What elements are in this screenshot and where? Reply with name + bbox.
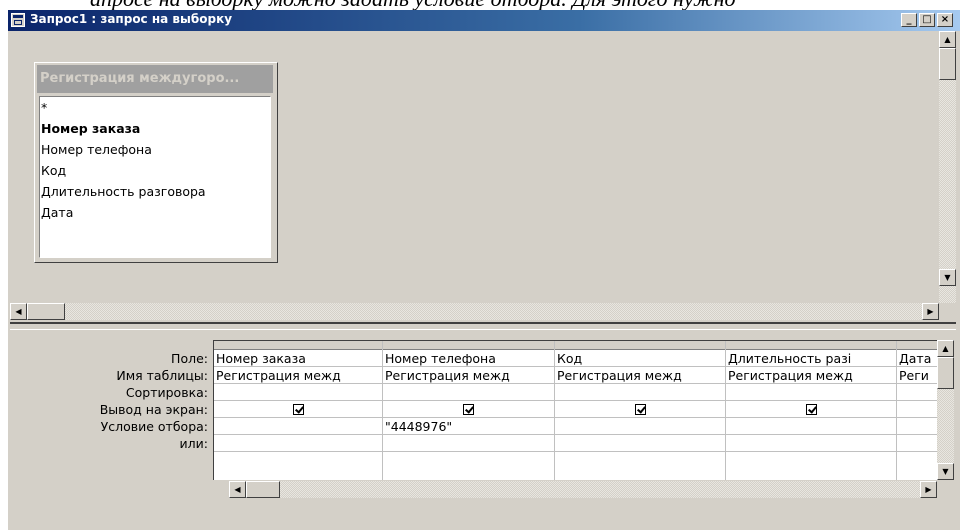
- window-title: Запрос1 : запрос на выборку: [30, 12, 233, 26]
- title-bar[interactable]: Запрос1 : запрос на выборку _ □ ×: [8, 10, 960, 31]
- show-checkbox[interactable]: [805, 404, 817, 415]
- design-grid-pane: Поле: Имя таблицы: Сортировка: Вывод на …: [10, 330, 956, 530]
- table-pane: Регистрация междугоро... * Номер заказа …: [10, 31, 956, 320]
- grid-scroll-down-icon[interactable]: ▼: [937, 463, 954, 480]
- field-cell[interactable]: Дата: [897, 350, 937, 367]
- show-cell: [726, 401, 896, 418]
- grid-column: Код Регистрация межд: [555, 341, 726, 480]
- page-caption-text: апросе на выборку можно задать условие о…: [0, 0, 960, 10]
- field-item-code[interactable]: Код: [41, 160, 270, 181]
- column-selector[interactable]: [897, 341, 937, 350]
- upper-scroll-down-icon[interactable]: ▼: [939, 269, 956, 286]
- grid-horizontal-scrollbar[interactable]: ◀ ▶: [229, 481, 937, 498]
- sort-cell[interactable]: [383, 384, 554, 401]
- field-cell[interactable]: Код: [555, 350, 725, 367]
- criteria-cell[interactable]: [214, 418, 382, 435]
- row-label-field: Поле:: [171, 351, 208, 366]
- show-cell: [555, 401, 725, 418]
- row-label-or: или:: [179, 436, 208, 451]
- row-label-sort: Сортировка:: [125, 385, 208, 400]
- pane-splitter[interactable]: [10, 322, 956, 330]
- field-item-duration[interactable]: Длительность разговора: [41, 181, 270, 202]
- grid-column: Номер телефона Регистрация межд "4448976…: [383, 341, 555, 480]
- row-label-show: Вывод на экран:: [99, 402, 208, 417]
- table-cell[interactable]: Регистрация межд: [726, 367, 896, 384]
- grid-row-labels: Поле: Имя таблицы: Сортировка: Вывод на …: [10, 350, 208, 452]
- upper-vertical-thumb[interactable]: [939, 48, 956, 80]
- query-window: Запрос1 : запрос на выборку _ □ × Регист…: [8, 10, 960, 530]
- column-selector[interactable]: [555, 341, 725, 350]
- field-cell[interactable]: Номер заказа: [214, 350, 382, 367]
- sort-cell[interactable]: [897, 384, 937, 401]
- field-item-date[interactable]: Дата: [41, 202, 270, 223]
- field-cell[interactable]: Номер телефона: [383, 350, 554, 367]
- table-field-list[interactable]: Регистрация междугоро... * Номер заказа …: [34, 62, 278, 263]
- grid-scroll-up-icon[interactable]: ▲: [937, 340, 954, 357]
- table-cell[interactable]: Реги: [897, 367, 937, 384]
- criteria-cell[interactable]: "4448976": [383, 418, 554, 435]
- grid-column: Дата Реги: [897, 341, 937, 480]
- show-checkbox[interactable]: [292, 404, 304, 415]
- upper-vertical-scrollbar[interactable]: ▲ ▼: [939, 31, 956, 303]
- row-label-criteria: Условие отбора:: [100, 419, 208, 434]
- show-cell: [214, 401, 382, 418]
- field-list-body: * Номер заказа Номер телефона Код Длител…: [39, 96, 271, 258]
- upper-scroll-right-icon[interactable]: ▶: [922, 303, 939, 320]
- column-selector[interactable]: [726, 341, 896, 350]
- or-cell[interactable]: [726, 435, 896, 452]
- show-cell[interactable]: [897, 401, 937, 418]
- or-cell[interactable]: [383, 435, 554, 452]
- query-design-grid: Номер заказа Регистрация межд Номер теле…: [213, 340, 937, 480]
- criteria-cell[interactable]: [897, 418, 937, 435]
- column-selector[interactable]: [214, 341, 382, 350]
- maximize-button[interactable]: □: [919, 13, 935, 27]
- grid-vertical-scrollbar[interactable]: ▲ ▼: [937, 340, 954, 480]
- column-selector[interactable]: [383, 341, 554, 350]
- field-item-order-number[interactable]: Номер заказа: [41, 118, 270, 139]
- criteria-cell[interactable]: [555, 418, 725, 435]
- field-cell[interactable]: Длительность разі: [726, 350, 896, 367]
- show-cell: [383, 401, 554, 418]
- sort-cell[interactable]: [555, 384, 725, 401]
- criteria-cell[interactable]: [726, 418, 896, 435]
- upper-horizontal-scrollbar[interactable]: ◀ ▶: [10, 303, 939, 320]
- table-cell[interactable]: Регистрация межд: [214, 367, 382, 384]
- upper-scroll-up-icon[interactable]: ▲: [939, 31, 956, 48]
- grid-column: Длительность разі Регистрация межд: [726, 341, 897, 480]
- show-checkbox[interactable]: [463, 404, 474, 415]
- sort-cell[interactable]: [726, 384, 896, 401]
- close-button[interactable]: ×: [937, 13, 953, 27]
- or-cell[interactable]: [897, 435, 937, 452]
- grid-vertical-thumb[interactable]: [937, 357, 954, 389]
- minimize-button[interactable]: _: [901, 13, 917, 27]
- upper-horizontal-thumb[interactable]: [27, 303, 65, 320]
- field-item-phone-number[interactable]: Номер телефона: [41, 139, 270, 160]
- row-label-table-name: Имя таблицы:: [116, 368, 208, 383]
- grid-scroll-left-icon[interactable]: ◀: [229, 481, 246, 498]
- table-cell[interactable]: Регистрация межд: [555, 367, 725, 384]
- or-cell[interactable]: [214, 435, 382, 452]
- grid-scroll-right-icon[interactable]: ▶: [920, 481, 937, 498]
- query-window-icon[interactable]: [11, 13, 25, 27]
- sort-cell[interactable]: [214, 384, 382, 401]
- field-list-title[interactable]: Регистрация междугоро...: [37, 65, 273, 93]
- upper-scroll-left-icon[interactable]: ◀: [10, 303, 27, 320]
- or-cell[interactable]: [555, 435, 725, 452]
- grid-horizontal-thumb[interactable]: [246, 481, 280, 498]
- show-checkbox[interactable]: [634, 404, 646, 415]
- grid-column: Номер заказа Регистрация межд: [214, 341, 383, 480]
- field-item-all[interactable]: *: [41, 97, 270, 118]
- table-cell[interactable]: Регистрация межд: [383, 367, 554, 384]
